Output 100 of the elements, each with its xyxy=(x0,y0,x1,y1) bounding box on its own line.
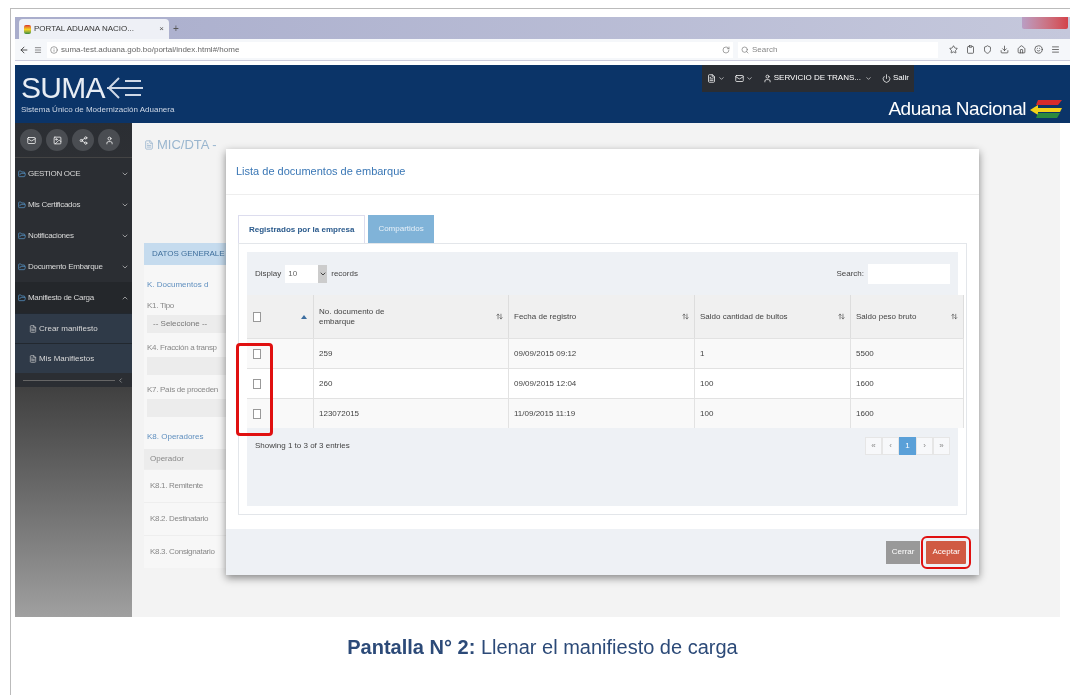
row-checkbox[interactable] xyxy=(253,348,261,359)
page-title: MIC/DTA - xyxy=(157,136,217,154)
logo-text: SUMA xyxy=(21,72,105,104)
sort-icon xyxy=(951,313,958,320)
mail-icon xyxy=(26,135,36,145)
share-icon xyxy=(78,135,88,145)
figure-caption: Pantalla N° 2: Llenar el manifiesto de carga xyxy=(347,635,738,660)
sidebar-item[interactable]: Documento Embarque xyxy=(15,251,132,282)
form-field[interactable]: -- Seleccione -- xyxy=(147,314,226,333)
browser-search-field[interactable]: Search xyxy=(738,41,938,58)
pagination-button[interactable]: › xyxy=(916,437,933,455)
favicon-icon xyxy=(24,24,31,34)
table-header-cell[interactable]: Saldo peso bruto xyxy=(851,295,964,338)
bookmark-star-icon[interactable] xyxy=(949,45,958,54)
shield-icon[interactable] xyxy=(983,45,992,54)
table-cell: 5500 xyxy=(851,338,964,368)
table-header-cell[interactable]: No. documento de embarque xyxy=(314,295,509,338)
browser-tab[interactable]: PORTAL ADUANA NACIO... × xyxy=(19,19,169,39)
logout-link[interactable]: Salir xyxy=(893,72,909,85)
info-icon xyxy=(50,45,58,54)
display-label: Display xyxy=(255,267,282,280)
sidebar-item[interactable]: Manifiesto de Carga xyxy=(15,282,132,313)
mail-icon[interactable] xyxy=(734,73,744,83)
smiley-icon[interactable] xyxy=(1034,45,1043,54)
table-cell: 09/09/2015 12:04 xyxy=(509,368,695,398)
sidebar-subitem-label: Crear manifiesto xyxy=(39,322,98,335)
user-icon xyxy=(762,73,772,83)
caret-icon[interactable] xyxy=(717,74,725,82)
sidebar-item-label: Notificaciones xyxy=(28,229,75,242)
caret-icon[interactable] xyxy=(745,74,753,82)
table-cell: 11/09/2015 11:19 xyxy=(509,398,695,428)
reload-icon[interactable] xyxy=(722,45,730,54)
table-cell: 100 xyxy=(695,398,851,428)
home-icon[interactable] xyxy=(1017,45,1026,54)
user-menu[interactable]: SERVICIO DE TRANS... xyxy=(773,72,861,85)
form-field[interactable] xyxy=(147,398,226,417)
table-cell: 100 xyxy=(695,368,851,398)
sidebar-shortcut-button[interactable] xyxy=(20,129,42,151)
field-label: K7. País de proceden xyxy=(147,383,219,396)
pagination-button[interactable]: « xyxy=(865,437,882,455)
sidebar-item[interactable]: Notificaciones xyxy=(15,220,132,251)
table-header-cell[interactable]: Saldo cantidad de bultos xyxy=(695,295,851,338)
form-field[interactable] xyxy=(147,356,226,375)
search-icon xyxy=(741,45,749,54)
table-cell: 123072015 xyxy=(314,398,509,428)
table-header-cell[interactable] xyxy=(247,295,314,338)
records-label: records xyxy=(331,267,358,280)
sidebar-subitem[interactable]: Crear manifiesto xyxy=(15,313,132,343)
new-tab-button[interactable]: + xyxy=(173,21,179,36)
sidebar-shortcut-button[interactable] xyxy=(46,129,68,151)
tab-close[interactable]: × xyxy=(159,23,164,35)
row-checkbox[interactable] xyxy=(253,408,261,419)
table-cell: 1600 xyxy=(851,398,964,428)
modal-title: Lista de documentos de embarque xyxy=(236,164,406,180)
sidebar-shortcut-button[interactable] xyxy=(98,129,120,151)
select-all-checkbox[interactable] xyxy=(253,311,261,322)
document-menu-icon[interactable] xyxy=(706,73,716,83)
pagination-button[interactable]: » xyxy=(933,437,950,455)
brand-name: Aduana Nacional xyxy=(888,96,1026,121)
table-header: Operador xyxy=(144,448,226,469)
folder-icon xyxy=(18,200,26,209)
sidebar-item[interactable]: GESTION OCE xyxy=(15,158,132,189)
collapse-icon[interactable] xyxy=(117,376,124,384)
back-icon[interactable] xyxy=(19,44,29,55)
logo-arrow-icon xyxy=(104,75,145,101)
document-icon xyxy=(144,139,154,150)
table-cell: 1 xyxy=(695,338,851,368)
sidebar-item-label: GESTION OCE xyxy=(28,167,82,180)
sidebar-item-label: Mis Certificados xyxy=(28,198,82,211)
caret-icon[interactable] xyxy=(865,74,872,82)
modal-tab[interactable]: Registrados por la empresa xyxy=(238,215,366,243)
field-label: K1. Tipo xyxy=(147,299,175,312)
page-tab[interactable]: DATOS GENERALE xyxy=(144,242,226,265)
flag-arrow-icon xyxy=(1030,97,1064,120)
menu-icon[interactable] xyxy=(34,45,42,54)
table-cell: 1600 xyxy=(851,368,964,398)
sidebar-shortcut-button[interactable] xyxy=(72,129,94,151)
menu-icon[interactable] xyxy=(1051,45,1060,54)
document-icon xyxy=(29,354,37,363)
row-checkbox[interactable] xyxy=(253,378,261,389)
sort-icon xyxy=(496,313,503,320)
sidebar-item[interactable]: Mis Certificados xyxy=(15,189,132,220)
download-icon[interactable] xyxy=(1000,45,1009,54)
table-header-cell[interactable]: Fecha de registro xyxy=(509,295,695,338)
clipboard-icon[interactable] xyxy=(966,45,975,54)
folder-icon xyxy=(18,231,26,240)
address-bar[interactable]: suma-test.aduana.gob.bo/portal/index.html#/home xyxy=(47,41,733,58)
sidebar-item-label: Manifiesto de Carga xyxy=(28,291,95,304)
pagination-button[interactable]: ‹ xyxy=(882,437,899,455)
table-cell: 09/09/2015 09:12 xyxy=(509,338,695,368)
document-icon xyxy=(29,324,37,333)
page-size-select[interactable]: 10 xyxy=(285,264,328,283)
table-cell: 259 xyxy=(314,338,509,368)
tab-title: PORTAL ADUANA NACIO... xyxy=(34,23,135,35)
sidebar-subitem[interactable]: Mis Manifiestos xyxy=(15,343,132,373)
sort-icon xyxy=(682,313,689,320)
sidebar-subitem-label: Mis Manifiestos xyxy=(39,352,95,365)
logo-subtitle: Sistema Único de Modernización Aduanera xyxy=(21,104,175,116)
table-info: Showing 1 to 3 of 3 entries xyxy=(255,440,350,452)
sort-up-icon xyxy=(301,314,307,319)
